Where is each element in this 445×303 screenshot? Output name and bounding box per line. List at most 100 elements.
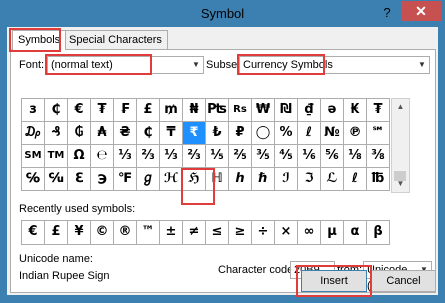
symbol-cell[interactable]: ℇ [68,168,91,191]
recent-symbol-cell[interactable]: ≠ [183,221,206,245]
symbol-cell[interactable]: ₮ [91,99,114,122]
symbol-cell[interactable]: ℅ [22,168,45,191]
recent-symbol-cell[interactable]: © [91,221,114,245]
symbol-cell[interactable]: ℒ [321,168,344,191]
symbol-cell[interactable]: ₸ [160,122,183,145]
recent-symbol-cell[interactable]: ≤ [206,221,229,245]
tab-special-characters[interactable]: Special Characters [63,30,168,49]
symbol-cell[interactable]: ℏ [252,168,275,191]
symbol-cell[interactable]: ℔ [367,168,390,191]
symbol-cell[interactable]: ℎ [229,168,252,191]
cancel-button[interactable]: Cancel [371,270,436,292]
symbol-cell[interactable]: ⅙ [298,145,321,168]
symbol-cell[interactable]: ₹ [183,122,206,145]
symbol-cell[interactable]: ℋ [160,168,183,191]
symbol-cell[interactable]: ⅘ [275,145,298,168]
symbol-cell[interactable]: ℊ [137,168,160,191]
symbol-cell[interactable]: Ω [68,145,91,168]
symbol-cell[interactable]: ₩ [252,99,275,122]
tab-symbols[interactable]: Symbols [12,30,67,50]
symbol-cell[interactable]: з [22,99,45,122]
symbol-dialog: Symbol ? ✕ Symbols Special Characters Fo… [0,0,445,303]
symbol-cell[interactable]: ⅔ [183,145,206,168]
symbol-cell[interactable]: ₴ [114,122,137,145]
symbol-cell[interactable]: ℗ [344,122,367,145]
symbol-cell[interactable]: ◯ [252,122,275,145]
symbol-cell[interactable]: ₦ [183,99,206,122]
symbol-cell[interactable]: ₭ [344,99,367,122]
symbol-cell[interactable]: £ [137,99,160,122]
symbol-cell[interactable]: ℠ [367,122,390,145]
close-button[interactable]: ✕ [401,1,441,21]
symbol-cell[interactable]: ℈ [91,168,114,191]
symbol-cell[interactable]: ℓ [344,168,367,191]
recent-symbol-cell[interactable]: ™ [137,221,160,245]
recent-symbol-cell[interactable]: ± [160,221,183,245]
symbol-cell[interactable]: ₧ [206,99,229,122]
symbol-cell[interactable]: ₰ [45,122,68,145]
unicode-name-value: Indian Rupee Sign [19,270,110,282]
recent-symbol-cell[interactable]: ≥ [229,221,252,245]
font-value: (normal text) [51,59,113,71]
symbol-cell[interactable]: ₵ [45,99,68,122]
symbol-cell[interactable]: TM [45,145,68,168]
symbol-cell[interactable]: ₲ [68,122,91,145]
symbol-cell[interactable]: ₯ [22,122,45,145]
symbol-cell[interactable]: ₺ [206,122,229,145]
symbol-cell[interactable]: ⅔ [137,145,160,168]
insert-button[interactable]: Insert [301,270,367,292]
symbol-cell[interactable]: ₪ [275,99,298,122]
recent-label: Recently used symbols: [19,203,136,215]
recent-symbol-cell[interactable]: € [22,221,45,245]
recent-symbol-cell[interactable]: ® [114,221,137,245]
symbol-cell[interactable]: % [275,122,298,145]
symbol-cell[interactable]: ⅓ [114,145,137,168]
symbol-grid: з ₵ € ₮ ₣ £ ₥ ₦ ₧ Rs ₩ ₪ ₫ ә ₭ ₮ ₯ ₰ ₲ ₳ ₴ ₵ ₸ ₹ ₺ ₽ ◯% ℓ № ℗ ℠ SM TM Ω ℮ ⅓… [21,98,390,191]
recent-symbols: € £ ¥ © ® ™ ± ≠ ≤ ≥ ÷ × ∞ µ α β [21,220,390,245]
recent-symbol-cell[interactable]: ¥ [68,221,91,245]
symbol-cell[interactable]: ℌ [183,168,206,191]
subset-value: Currency Symbols [243,59,333,71]
symbol-cell[interactable]: ₮ [367,99,390,122]
recent-symbol-cell[interactable]: α [344,221,367,245]
symbol-cell[interactable]: SM [22,145,45,168]
symbol-cell[interactable]: Rs [229,99,252,122]
symbol-cell[interactable]: ℐ [275,168,298,191]
recent-symbol-cell[interactable]: µ [321,221,344,245]
symbol-cell[interactable]: ℓ [298,122,321,145]
symbol-cell[interactable]: ₫ [298,99,321,122]
recent-symbol-cell[interactable]: ÷ [252,221,275,245]
font-combo[interactable]: (normal text) ▼ [47,56,204,74]
symbol-cell[interactable]: ₽ [229,122,252,145]
symbol-cell[interactable]: ℑ [298,168,321,191]
chevron-down-icon[interactable]: ▼ [189,57,203,73]
help-button[interactable]: ? [376,3,398,23]
symbol-cell[interactable]: ⅜ [367,145,390,168]
subset-combo[interactable]: Currency Symbols ▼ [239,56,430,74]
symbol-cell[interactable]: ℍ [206,168,229,191]
symbol-cell[interactable]: ₥ [160,99,183,122]
grid-scrollbar[interactable]: ▲ ▼ [391,98,410,193]
scroll-up-icon[interactable]: ▲ [392,99,409,115]
symbol-cell[interactable]: ⅚ [321,145,344,168]
symbol-cell[interactable]: ₣ [114,99,137,122]
symbol-cell[interactable]: ⅖ [229,145,252,168]
symbol-cell[interactable]: ⅛ [344,145,367,168]
symbol-cell[interactable]: ℉ [114,168,137,191]
scroll-down-icon[interactable]: ▼ [392,176,409,192]
recent-symbol-cell[interactable]: × [275,221,298,245]
recent-symbol-cell[interactable]: ∞ [298,221,321,245]
symbol-cell[interactable]: ә [321,99,344,122]
symbol-cell[interactable]: ₳ [91,122,114,145]
symbol-cell[interactable]: ℮ [91,145,114,168]
symbol-cell[interactable]: ⅕ [206,145,229,168]
symbol-cell[interactable]: ⅗ [252,145,275,168]
recent-symbol-cell[interactable]: £ [45,221,68,245]
chevron-down-icon[interactable]: ▼ [415,57,429,73]
symbol-cell[interactable]: ₵ [137,122,160,145]
symbol-cell[interactable]: ℆ [45,168,68,191]
recent-symbol-cell[interactable]: β [367,221,390,245]
symbol-cell[interactable]: € [68,99,91,122]
symbol-cell[interactable]: ⅓ [160,145,183,168]
symbol-cell[interactable]: № [321,122,344,145]
